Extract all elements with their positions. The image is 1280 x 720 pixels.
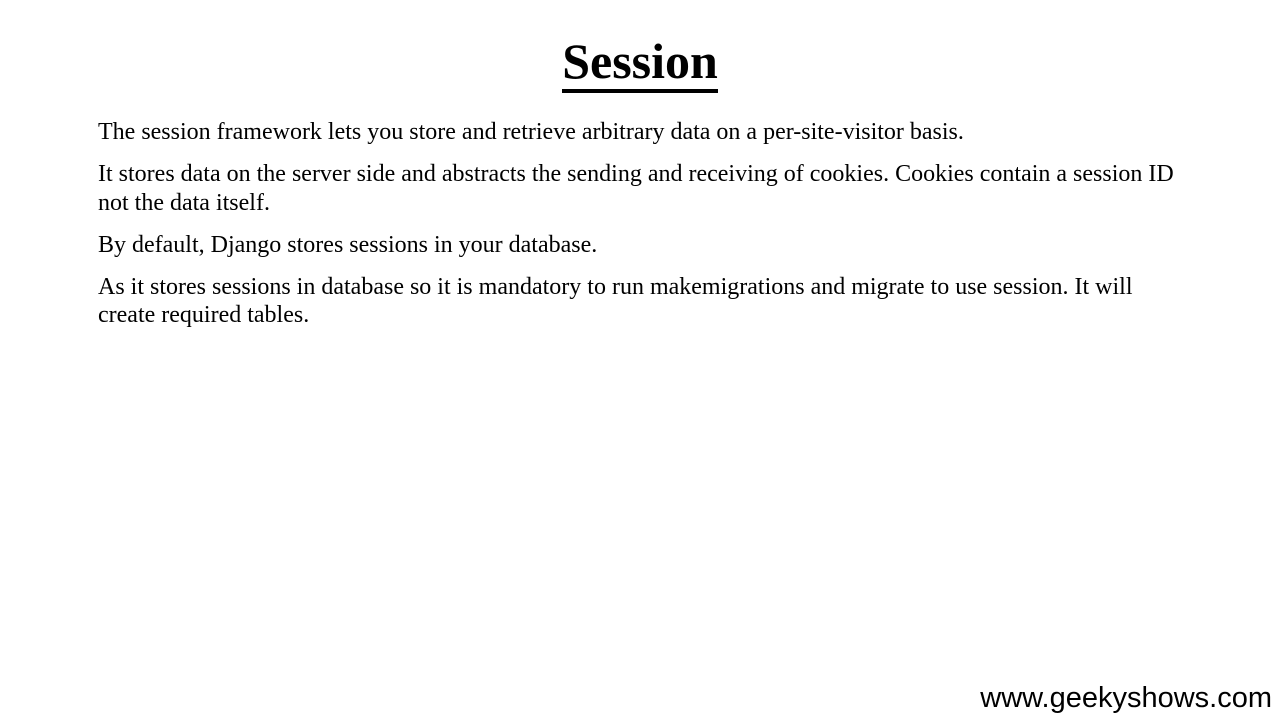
paragraph-default-database: By default, Django stores sessions in yo… <box>98 231 598 258</box>
paragraph-server-side-storage: It stores data on the server side and ab… <box>98 161 1174 216</box>
watermark-url: www.geekyshows.com <box>980 682 1272 714</box>
slide-title-text: Session <box>562 33 718 93</box>
paragraph-session-framework: The session framework lets you store and… <box>98 119 964 145</box>
slide-title: Session <box>0 30 1280 93</box>
slide-body: The session framework lets you store and… <box>98 118 1188 343</box>
paragraph-migrations-note: As it stores sessions in database so it … <box>98 273 1133 329</box>
